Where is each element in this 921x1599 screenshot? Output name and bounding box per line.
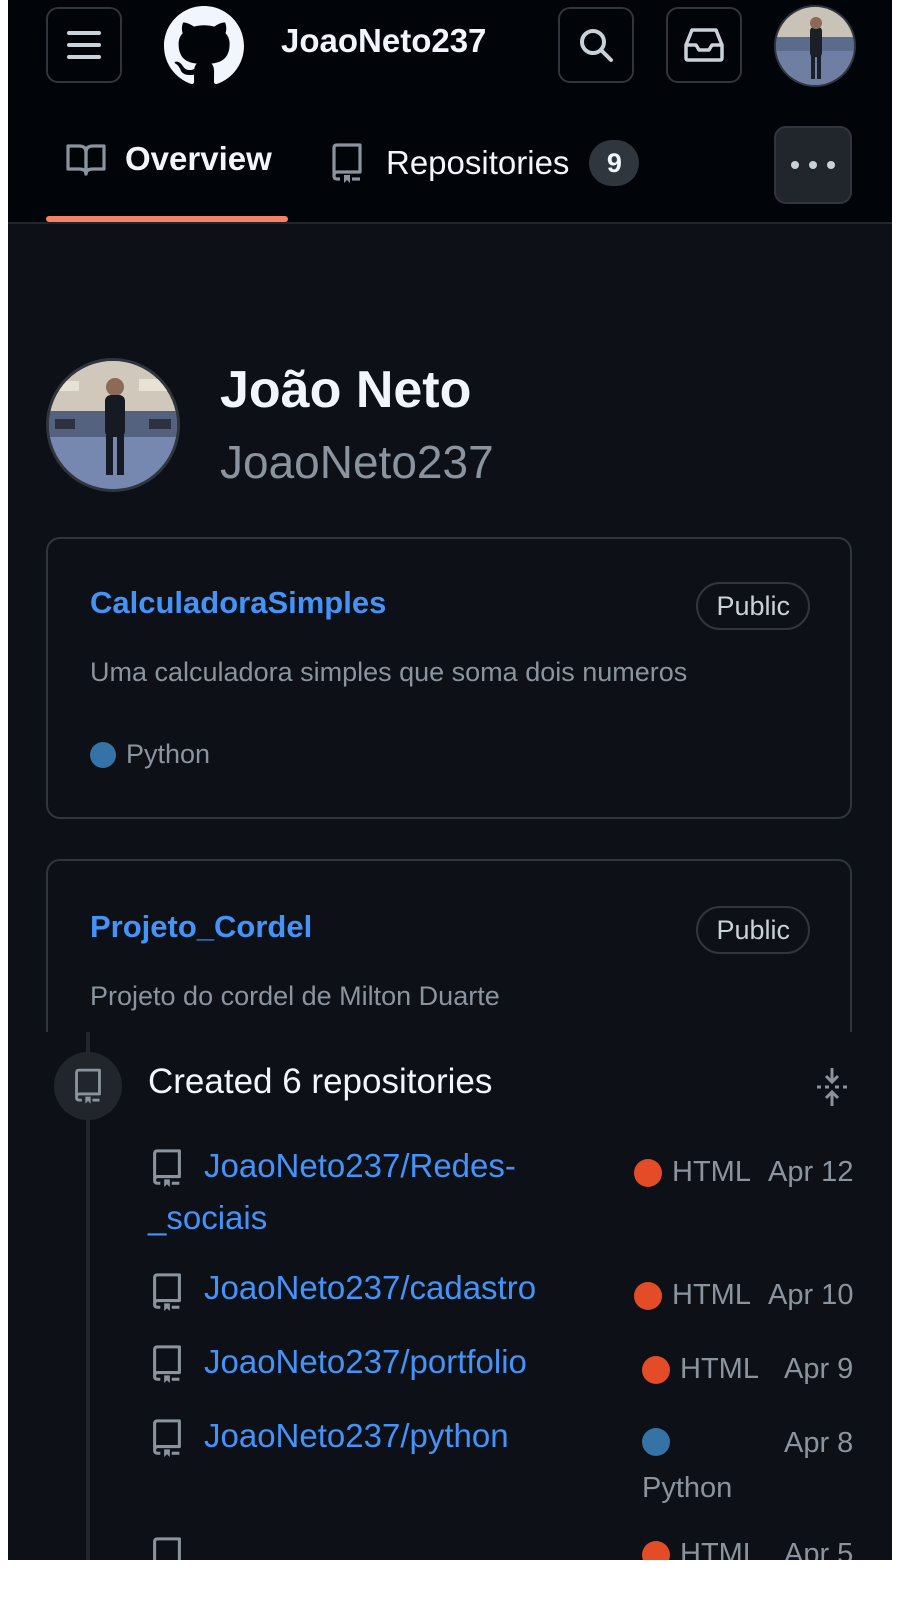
pinned-repo-description: Uma calculadora simples que soma dois nu… — [90, 657, 688, 687]
profile-avatar[interactable] — [46, 358, 180, 492]
screen: JoaoNeto237 Overview Repositories 9 João… — [8, 0, 892, 1560]
pinned-repo-name[interactable]: CalculadoraSimples — [90, 585, 386, 621]
collapse-icon[interactable] — [814, 1066, 850, 1108]
repo-created-date: Apr 12 — [768, 1156, 854, 1188]
pinned-repo-name[interactable]: Projeto_Cordel — [90, 909, 312, 945]
kebab-icon — [786, 161, 840, 169]
search-icon — [580, 29, 613, 62]
language-color-dot — [642, 1540, 670, 1560]
language-color-dot — [634, 1281, 662, 1310]
repo-icon — [332, 143, 362, 183]
language-label: HTML — [680, 1353, 759, 1385]
tab-repositories-label: Repositories — [386, 144, 570, 181]
language-color-dot — [642, 1428, 670, 1456]
created-repo-link-continued[interactable]: _sociais — [148, 1192, 267, 1244]
search-button[interactable] — [558, 7, 634, 83]
visibility-badge: Public — [696, 906, 810, 954]
profile-login: JoaoNeto237 — [220, 436, 494, 488]
menu-button[interactable] — [46, 7, 122, 83]
visibility-badge: Public — [696, 582, 810, 630]
book-icon — [66, 144, 106, 176]
repo-created-date: Apr 9 — [784, 1353, 854, 1385]
repo-created-date: Apr 5 — [784, 1538, 854, 1560]
pinned-repo-language: Python — [90, 739, 210, 770]
repo-icon — [153, 1345, 181, 1384]
language-color-dot — [642, 1355, 670, 1384]
repo-icon — [153, 1537, 181, 1560]
tab-repositories[interactable]: Repositories 9 — [330, 140, 640, 186]
language-label: Python — [126, 739, 211, 769]
more-tabs-button[interactable] — [774, 126, 852, 204]
repo-icon — [75, 1068, 101, 1104]
menu-icon — [67, 31, 101, 59]
language-color-dot — [90, 741, 116, 768]
user-avatar[interactable] — [774, 5, 856, 87]
created-repo-link[interactable]: JoaoNeto237/cadastro — [204, 1262, 536, 1314]
repo-language: HTML — [642, 1538, 759, 1560]
active-tab-indicator — [46, 216, 288, 222]
repo-language: HTML — [634, 1279, 751, 1312]
created-repo-link[interactable]: JoaoNeto237/portfolio — [204, 1336, 527, 1388]
header-username[interactable]: JoaoNeto237 — [281, 22, 486, 60]
language-label: HTML — [680, 1538, 759, 1560]
timeline-repo-badge — [54, 1052, 122, 1120]
github-logo[interactable] — [164, 6, 244, 86]
tab-overview-label: Overview — [125, 140, 272, 177]
repo-language: Python — [642, 1472, 733, 1504]
repo-language: HTML — [642, 1353, 759, 1386]
repo-created-date: Apr 8 — [784, 1427, 854, 1459]
pinned-repo-description: Projeto do cordel de Milton Duarte — [90, 981, 500, 1011]
repo-icon — [153, 1149, 181, 1188]
inbox-icon — [684, 28, 724, 62]
created-repo-link[interactable]: JoaoNeto237/Redes- — [204, 1140, 516, 1192]
repo-icon — [153, 1273, 181, 1312]
activity-title: Created 6 repositories — [148, 1062, 493, 1101]
top-header: JoaoNeto237 Overview Repositories 9 — [8, 0, 892, 224]
repo-icon — [153, 1419, 181, 1458]
pinned-repo-card: CalculadoraSimples Public Uma calculador… — [46, 537, 852, 819]
language-color-dot — [634, 1158, 662, 1187]
inbox-button[interactable] — [666, 7, 742, 83]
language-label: HTML — [672, 1279, 751, 1311]
contribution-activity: Created 6 repositories JoaoNeto237/Redes… — [8, 1032, 892, 1560]
created-repo-link[interactable]: JoaoNeto237/python — [204, 1410, 509, 1462]
repo-language: HTML — [634, 1156, 751, 1189]
profile-name: João Neto — [220, 361, 472, 419]
tab-overview[interactable]: Overview — [65, 140, 272, 178]
language-label: HTML — [672, 1156, 751, 1188]
repo-created-date: Apr 10 — [768, 1279, 854, 1311]
repositories-count-badge: 9 — [589, 140, 640, 186]
